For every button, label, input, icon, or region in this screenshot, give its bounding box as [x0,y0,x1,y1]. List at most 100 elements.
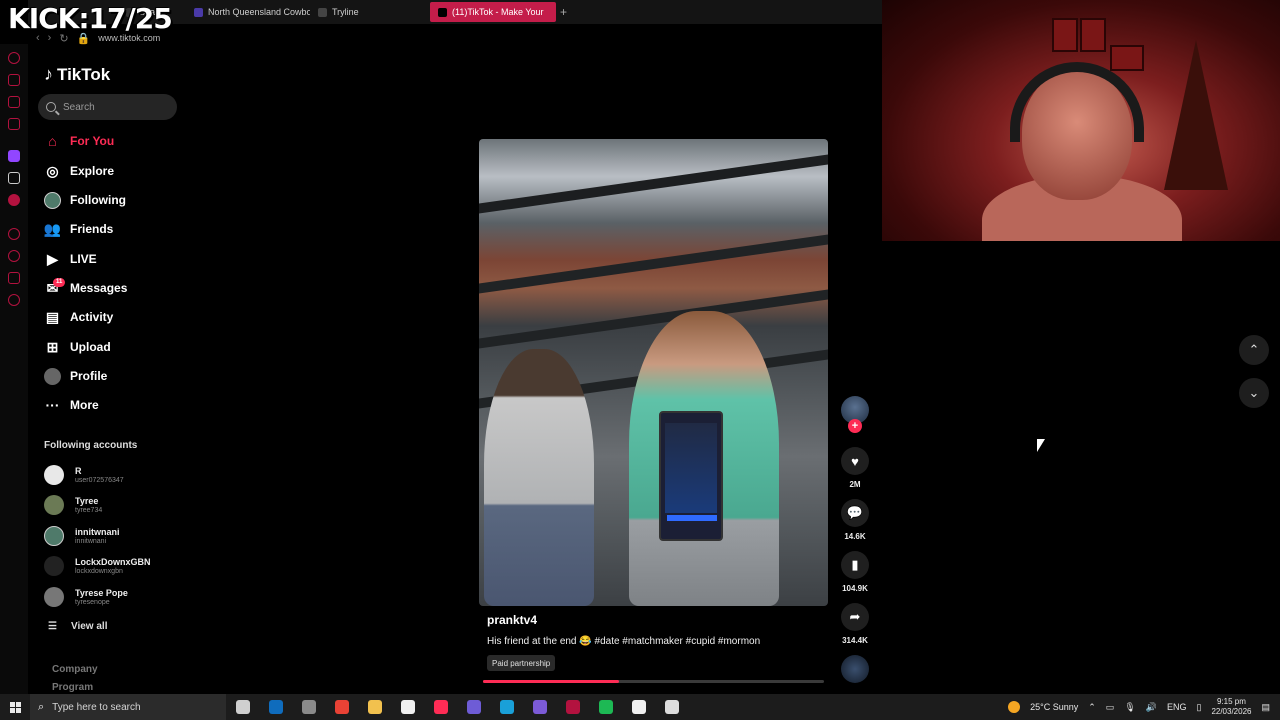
account-item[interactable]: Ruser072576347 [44,462,184,488]
screen: KICK:17/25 board North Queensland Cowbo … [0,0,1280,720]
taskbar-search-input[interactable]: ⌕ Type here to search [30,694,226,720]
video-author[interactable]: pranktv4 [487,613,537,627]
following-avatar-icon [44,191,61,209]
footer-link-program[interactable]: Program [52,682,93,693]
tiktok-icon-glyph [433,700,448,714]
obs-icon[interactable] [457,694,490,720]
chrome-profile-icon[interactable] [523,694,556,720]
files-icon[interactable] [292,694,325,720]
nav-upload[interactable]: ⊞ Upload [44,336,111,358]
tiktok-logo[interactable]: ♪ TikTok [44,64,110,85]
edge-icon[interactable] [490,694,523,720]
battery-icon[interactable]: ▯ [1196,702,1201,713]
tray-chevron-icon[interactable]: ⌃ [1088,702,1096,713]
search-icon: ⌕ [38,700,45,713]
strip-settings-icon[interactable] [8,294,20,306]
weather-text[interactable]: 25°C Sunny [1030,702,1078,712]
view-all-link[interactable]: ☰ View all [48,621,107,632]
account-item[interactable]: Tyrese Pope tyresenope [44,584,184,610]
app-red-icon[interactable] [556,694,589,720]
strip-add-icon[interactable] [8,228,20,240]
account-item[interactable]: Tyree tyree734 [44,492,184,518]
video-progress-fill [483,680,620,683]
edge-icon-glyph [499,700,514,714]
volume-icon[interactable]: 🔊 [1146,702,1157,713]
nav-friends[interactable]: 👥 Friends [44,218,114,240]
tab-favicon-icon [318,7,327,17]
notification-icon[interactable]: ▤ [1261,702,1270,713]
comment-button[interactable]: 💬 14.6K [841,499,869,541]
tab-tryline[interactable]: Tryline [310,2,430,22]
tab-nq-cowboys[interactable]: North Queensland Cowbo [186,2,310,22]
nav-label: Profile [70,369,108,383]
comment-count: 14.6K [844,532,866,541]
task-view-icon[interactable] [226,694,259,720]
chrome-icon[interactable] [325,694,358,720]
new-tab-button[interactable]: + [556,2,571,22]
share-button[interactable]: ➦ 314.4K [841,603,869,645]
video-description: His friend at the end 😂 #date #matchmake… [487,636,761,647]
network-icon[interactable]: ▭ [1106,702,1115,713]
nav-messages[interactable]: ✉ 11 Messages [44,277,127,299]
avatar [44,587,64,607]
windows-start-button[interactable] [0,694,30,720]
more-icon: ··· [45,397,60,413]
strip-mail-icon[interactable] [8,118,20,130]
tab-favicon-icon [194,7,203,17]
strip-clock-icon[interactable] [8,250,20,262]
folder-icon[interactable] [358,694,391,720]
brand-name: TikTok [57,64,111,84]
tab-tiktok[interactable]: (11)TikTok - Make Your [430,2,556,22]
strip-send-icon[interactable] [8,272,20,284]
strip-chat-icon[interactable] [8,96,20,108]
next-video-button[interactable]: ⌄ [1239,378,1269,408]
account-item[interactable]: innitwnani innitwnani [44,523,184,549]
nav-following[interactable]: Following [44,189,126,211]
strip-bag-icon[interactable] [8,74,20,86]
wall-poster [1110,45,1144,71]
home-icon: ⌂ [48,133,57,149]
strip-history-icon[interactable] [8,52,20,64]
video-progress-bar[interactable] [483,680,824,683]
nav-more[interactable]: ··· More [44,394,99,416]
strip-x-icon[interactable] [8,172,20,184]
clock-time: 9:15 pm [1217,697,1246,706]
account-name: Tyrese Pope [75,587,128,598]
tiktok-icon[interactable] [424,694,457,720]
strip-twitch-icon[interactable] [8,150,20,162]
video-player[interactable] [479,139,828,606]
follow-plus-icon[interactable]: + [848,419,862,433]
account-username: user072576347 [75,476,124,484]
profile-avatar-icon [44,367,61,385]
capcut-2-icon[interactable] [622,694,655,720]
like-button[interactable]: ♥ 2M [841,447,869,489]
search-input[interactable]: Search [38,94,177,120]
mic-icon[interactable]: 🎙 [1124,702,1135,713]
taskbar-clock[interactable]: 9:15 pm 22/03/2026 [1211,697,1251,717]
spotify-icon[interactable] [589,694,622,720]
heart-icon: ♥ [841,447,869,475]
webcam-overlay [882,0,1280,241]
paid-partnership-badge: Paid partnership [487,655,556,671]
nav-for-you[interactable]: ⌂ For You [44,130,114,152]
footer-link-company[interactable]: Company [52,664,98,675]
messages-icon: ✉ 11 [44,277,66,297]
nav-explore[interactable]: ◎ Explore [44,160,114,182]
tab-label: North Queensland Cowbo [208,7,310,17]
strip-red-app-icon[interactable] [8,194,20,206]
nav-profile[interactable]: Profile [44,365,107,387]
system-tray: 25°C Sunny ⌃ ▭ 🎙 🔊 ENG ▯ 9:15 pm 22/03/2… [1008,694,1280,720]
nav-live[interactable]: ▶ LIVE [44,248,97,270]
list-icon: ☰ [48,621,57,632]
bookmark-icon: ▮ [841,551,869,579]
music-disc-icon[interactable] [841,655,869,683]
outlook-icon[interactable] [259,694,292,720]
nav-activity[interactable]: ▤ Activity [44,306,113,328]
windows-logo-icon [9,701,21,713]
account-item[interactable]: LockxDownxGBN lockxdownxgbn [44,553,184,579]
capcut-icon[interactable] [391,694,424,720]
kick-icon[interactable] [655,694,688,720]
language-indicator[interactable]: ENG [1167,702,1187,712]
save-button[interactable]: ▮ 104.9K [841,551,869,593]
previous-video-button[interactable]: ⌃ [1239,335,1269,365]
